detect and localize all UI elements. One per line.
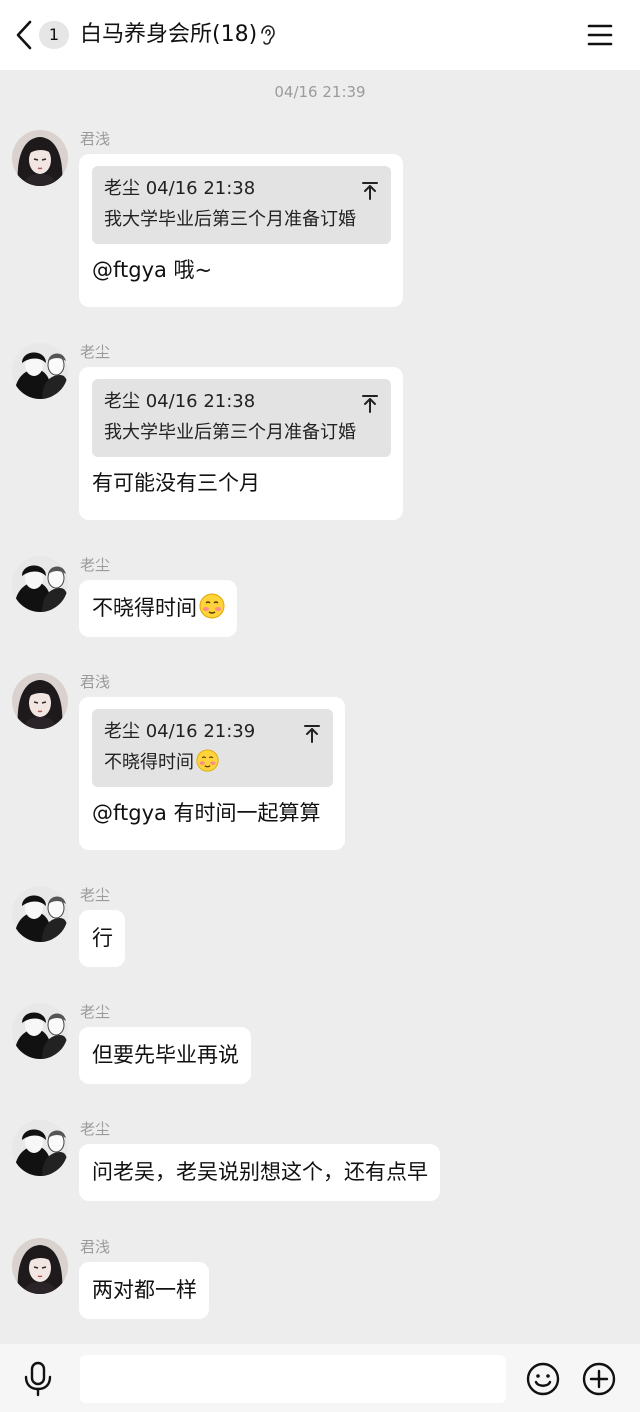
message-text: @ftgya 哦~ bbox=[92, 258, 213, 282]
jump-to-quote-icon[interactable] bbox=[361, 393, 379, 413]
more-button[interactable] bbox=[582, 1362, 616, 1396]
message-text: @ftgya 有时间一起算算 bbox=[92, 801, 321, 825]
message-text: 有可能没有三个月 bbox=[92, 471, 260, 495]
quote-header: 老尘 04/16 21:38 bbox=[104, 178, 256, 199]
quote-body: 我大学毕业后第三个月准备订婚 bbox=[104, 209, 356, 230]
message-bubble[interactable]: 老尘 04/16 21:38 我大学毕业后第三个月准备订婚 有可能没有三个月 bbox=[79, 367, 403, 520]
quote-body: 我大学毕业后第三个月准备订婚 bbox=[104, 422, 356, 443]
message-bubble[interactable]: 老尘 04/16 21:38 我大学毕业后第三个月准备订婚 @ftgya 哦~ bbox=[79, 154, 403, 307]
sender-name: 老尘 bbox=[80, 556, 111, 574]
sender-name: 君浅 bbox=[80, 673, 111, 691]
message-text: 不晓得时间 bbox=[92, 596, 197, 620]
message-text: 问老吴，老吴说别想这个，还有点早 bbox=[92, 1160, 428, 1184]
menu-button[interactable] bbox=[586, 22, 614, 48]
sender-name: 老尘 bbox=[80, 343, 111, 361]
quote-header: 老尘 04/16 21:39 bbox=[104, 721, 256, 742]
message-bubble[interactable]: 行 bbox=[79, 910, 125, 967]
chat-header: 1 白马养身会所(18) bbox=[0, 0, 640, 70]
message-bubble[interactable]: 但要先毕业再说 bbox=[79, 1027, 251, 1084]
message-text: 行 bbox=[92, 926, 113, 950]
message-text: 两对都一样 bbox=[92, 1278, 197, 1302]
quoted-message[interactable]: 老尘 04/16 21:39 不晓得时间 bbox=[92, 709, 333, 787]
message-text-wrap: 不晓得时间 bbox=[92, 592, 225, 625]
avatar[interactable] bbox=[12, 343, 68, 399]
avatar[interactable] bbox=[12, 1238, 68, 1294]
jump-to-quote-icon[interactable] bbox=[361, 180, 379, 200]
message-bubble[interactable]: 老尘 04/16 21:39 不晓得时间 @ftgya 有时间一起算算 bbox=[79, 697, 345, 850]
sender-name: 老尘 bbox=[80, 1003, 111, 1021]
sender-name: 君浅 bbox=[80, 1238, 111, 1256]
plus-circle-icon bbox=[582, 1362, 616, 1396]
quote-body: 不晓得时间 bbox=[104, 752, 194, 773]
chevron-left-icon bbox=[16, 20, 32, 50]
jump-to-quote-icon[interactable] bbox=[303, 723, 321, 743]
chat-title: 白马养身会所(18) bbox=[80, 22, 258, 47]
ear-icon bbox=[258, 24, 276, 46]
unread-count-badge: 1 bbox=[39, 21, 69, 49]
emoji-button[interactable] bbox=[526, 1362, 560, 1396]
voice-button[interactable] bbox=[22, 1361, 54, 1397]
quote-body-wrap: 不晓得时间 bbox=[104, 747, 321, 779]
message-bubble[interactable]: 不晓得时间 bbox=[79, 580, 237, 637]
quoted-message[interactable]: 老尘 04/16 21:38 我大学毕业后第三个月准备订婚 bbox=[92, 166, 391, 244]
message-list[interactable]: 04/16 21:39 君浅 老尘 04/16 21:38 我大学毕业后第三个月… bbox=[0, 70, 640, 1344]
quote-header: 老尘 04/16 21:38 bbox=[104, 391, 256, 412]
sender-name: 老尘 bbox=[80, 1120, 111, 1138]
time-divider: 04/16 21:39 bbox=[274, 83, 366, 101]
message-bubble[interactable]: 两对都一样 bbox=[79, 1262, 209, 1319]
message-input[interactable] bbox=[80, 1355, 506, 1403]
sender-name: 老尘 bbox=[80, 886, 111, 904]
avatar[interactable] bbox=[12, 673, 68, 729]
sender-name: 君浅 bbox=[80, 130, 111, 148]
message-text: 但要先毕业再说 bbox=[92, 1043, 239, 1067]
input-bar bbox=[0, 1344, 640, 1412]
avatar[interactable] bbox=[12, 886, 68, 942]
shy-face-emoji bbox=[199, 593, 225, 619]
avatar[interactable] bbox=[12, 1003, 68, 1059]
avatar[interactable] bbox=[12, 1120, 68, 1176]
avatar[interactable] bbox=[12, 556, 68, 612]
avatar[interactable] bbox=[12, 130, 68, 186]
menu-icon bbox=[587, 24, 613, 46]
shy-face-emoji bbox=[196, 749, 219, 772]
quoted-message[interactable]: 老尘 04/16 21:38 我大学毕业后第三个月准备订婚 bbox=[92, 379, 391, 457]
back-button[interactable] bbox=[12, 18, 38, 52]
message-bubble[interactable]: 问老吴，老吴说别想这个，还有点早 bbox=[79, 1144, 440, 1201]
microphone-icon bbox=[24, 1361, 52, 1397]
smiley-icon bbox=[526, 1362, 560, 1396]
